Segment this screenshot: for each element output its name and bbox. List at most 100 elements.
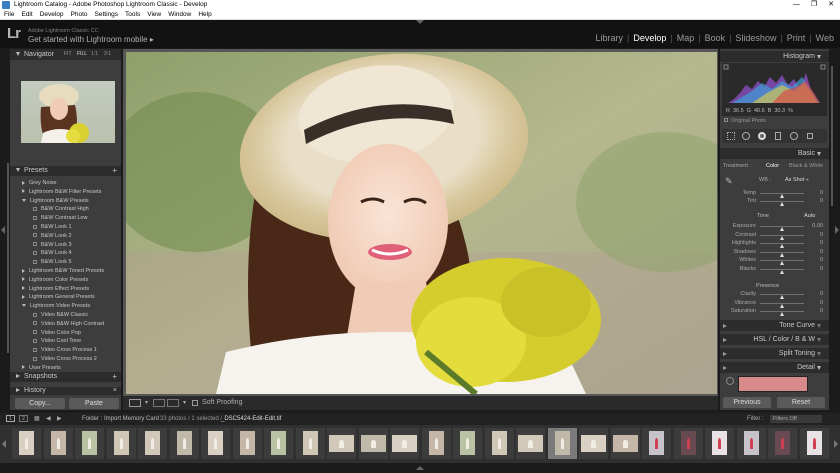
radial-filter-icon[interactable] <box>790 132 798 140</box>
preset-item[interactable]: B&W Look 5 <box>33 258 72 266</box>
slider-thumb[interactable] <box>779 202 784 206</box>
menu-tools[interactable]: Tools <box>125 10 140 19</box>
filmstrip-filename[interactable]: _DSC5424-Edit-Edit.tif <box>221 413 281 425</box>
preset-item[interactable]: B&W Look 3 <box>33 241 72 249</box>
main-photo[interactable] <box>126 52 717 394</box>
slider-thumb[interactable] <box>779 244 784 249</box>
module-slideshow[interactable]: Slideshow <box>735 33 776 43</box>
menu-photo[interactable]: Photo <box>71 10 88 19</box>
filmstrip-thumbnail[interactable] <box>358 428 388 459</box>
navigator-preview[interactable] <box>21 81 115 143</box>
slider-value[interactable]: 0 <box>805 257 823 263</box>
slider-thumb[interactable] <box>779 194 784 198</box>
preset-folder[interactable]: User Presets <box>22 364 61 372</box>
filmstrip-thumbnail[interactable] <box>12 428 41 459</box>
preset-folder[interactable]: Lightroom Effect Presets <box>22 285 89 293</box>
filmstrip-thumbnail[interactable] <box>673 428 703 459</box>
menu-help[interactable]: Help <box>198 10 211 19</box>
preset-item[interactable]: Video Cross Process 1 <box>33 346 97 354</box>
left-panel-toggle-icon[interactable] <box>1 226 5 234</box>
preset-item[interactable]: Video B&W Classic <box>33 311 88 319</box>
filmstrip-thumbnail[interactable] <box>799 428 829 459</box>
detail-header[interactable]: Detail <box>720 362 829 373</box>
slider-thumb[interactable] <box>779 252 784 257</box>
module-web[interactable]: Web <box>816 33 834 43</box>
treatment-color[interactable]: Color <box>766 163 779 169</box>
preset-item[interactable]: B&W Look 4 <box>33 249 72 257</box>
preset-item[interactable]: B&W Look 2 <box>33 232 72 240</box>
slider-value[interactable]: 0 <box>805 249 823 255</box>
filmstrip-thumbnail[interactable] <box>138 428 167 459</box>
preset-item[interactable]: Video Cool Tone <box>33 337 81 345</box>
detail-target-icon[interactable] <box>726 377 734 385</box>
slider-value[interactable]: 0 <box>805 300 823 306</box>
spot-removal-icon[interactable] <box>742 132 750 140</box>
second-window-button[interactable]: 2 <box>19 415 28 422</box>
clear-history-button[interactable]: × <box>113 387 117 395</box>
filmstrip-scroll-left-icon[interactable] <box>2 440 6 448</box>
zoom-fill[interactable]: FILL <box>77 49 87 60</box>
module-book[interactable]: Book <box>705 33 726 43</box>
zoom-1-1[interactable]: 1:1 <box>91 49 98 60</box>
snapshots-header[interactable]: Snapshots + <box>10 372 121 382</box>
add-snapshot-button[interactable]: + <box>112 372 117 382</box>
left-panel-scrollbar[interactable] <box>7 163 9 353</box>
bottom-panel-toggle-icon[interactable] <box>416 466 424 470</box>
menu-window[interactable]: Window <box>168 10 191 19</box>
module-library[interactable]: Library <box>595 33 623 43</box>
preset-folder[interactable]: Lightroom Color Presets <box>22 276 88 284</box>
wb-dropdown[interactable]: As Shot ÷ <box>785 177 809 183</box>
filmstrip-thumbnail[interactable] <box>484 428 514 459</box>
before-after-icon[interactable] <box>153 399 165 407</box>
filmstrip-thumbnail[interactable] <box>516 428 545 459</box>
loupe-view-icon[interactable] <box>129 399 141 407</box>
presets-header[interactable]: Presets + <box>10 166 121 176</box>
zoom-fit[interactable]: FIT <box>64 49 72 60</box>
menu-file[interactable]: File <box>4 10 14 19</box>
filmstrip-thumbnail[interactable] <box>106 428 136 459</box>
filmstrip-thumbnail[interactable] <box>43 428 73 459</box>
module-develop[interactable]: Develop <box>633 33 666 43</box>
eyedropper-icon[interactable]: ✎ <box>725 176 735 186</box>
filmstrip-thumbnail[interactable] <box>421 428 451 459</box>
original-photo-checkbox[interactable] <box>724 118 728 122</box>
filmstrip-thumbnail[interactable] <box>75 428 104 459</box>
slider-thumb[interactable] <box>779 261 784 266</box>
preset-folder[interactable]: Lightroom B&W Filter Presets <box>22 188 101 196</box>
menu-edit[interactable]: Edit <box>21 10 32 19</box>
filmstrip-thumbnail[interactable] <box>201 428 230 459</box>
filmstrip-thumbnail[interactable] <box>390 428 419 459</box>
preset-folder[interactable]: Grey Noise <box>22 179 57 187</box>
before-after-split-icon[interactable] <box>167 399 179 407</box>
slider-thumb[interactable] <box>779 295 784 299</box>
filter-dropdown[interactable]: Filters Off <box>770 415 822 423</box>
slider-value[interactable]: 0 <box>805 198 823 204</box>
preset-folder[interactable]: Lightroom B&W Toned Presets <box>22 267 104 275</box>
back-arrow-icon[interactable]: ◀ <box>46 413 51 425</box>
filmstrip-scroll-right-icon[interactable] <box>834 440 838 448</box>
slider-thumb[interactable] <box>779 235 784 240</box>
filmstrip-thumbnail[interactable] <box>642 428 671 459</box>
lightroom-mobile-link[interactable]: Get started with Lightroom mobile ▸ <box>28 35 154 44</box>
filmstrip-thumbnail[interactable] <box>705 428 734 459</box>
slider-thumb[interactable] <box>779 227 784 231</box>
preset-item[interactable]: B&W Contrast High <box>33 205 89 213</box>
slider-value[interactable]: 0 <box>805 190 823 196</box>
add-preset-button[interactable]: + <box>112 166 117 176</box>
filmstrip-thumbnail-selected[interactable] <box>547 428 577 459</box>
slider-thumb[interactable] <box>779 303 784 308</box>
reset-button[interactable]: Reset <box>777 397 825 408</box>
preset-folder[interactable]: Lightroom General Presets <box>22 293 95 301</box>
histogram-header[interactable]: Histogram <box>720 51 829 62</box>
module-print[interactable]: Print <box>787 33 806 43</box>
right-panel-scrollbar[interactable] <box>831 66 833 206</box>
slider-value[interactable]: 0 <box>805 240 823 246</box>
auto-tone-button[interactable]: Auto <box>804 213 815 219</box>
treatment-bw[interactable]: Black & White <box>789 163 823 169</box>
filmstrip-source[interactable]: Folder : Import Memory Card <box>82 413 159 425</box>
menu-develop[interactable]: Develop <box>40 10 64 19</box>
minimize-button[interactable]: — <box>793 0 800 10</box>
navigator-header[interactable]: Navigator FIT FILL 1:1 3:1 <box>10 49 121 60</box>
graduated-filter-icon[interactable] <box>775 132 781 140</box>
filmstrip-thumbnail[interactable] <box>453 428 482 459</box>
